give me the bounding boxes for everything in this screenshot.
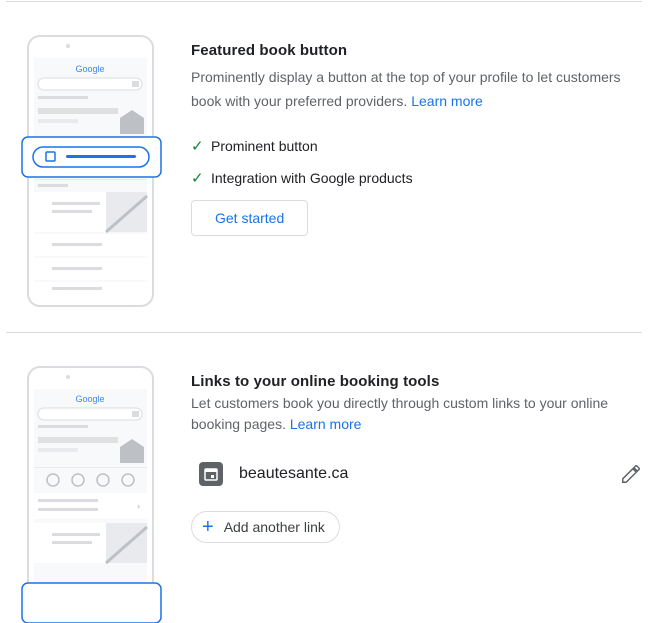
learn-more-link[interactable]: Learn more	[411, 93, 483, 109]
check-icon: ✓	[191, 170, 204, 187]
description-text: Let customers book you directly through …	[191, 395, 609, 432]
feature-label: Prominent button	[211, 138, 318, 154]
section-description: Prominently display a button at the top …	[191, 65, 642, 113]
feature-label: Integration with Google products	[211, 170, 413, 186]
booking-link-url[interactable]: beautesante.ca	[239, 465, 348, 483]
get-started-button[interactable]: Get started	[191, 200, 309, 236]
booking-links-illustration: Google ›	[21, 366, 162, 623]
plus-icon: +	[202, 516, 214, 538]
pencil-icon[interactable]	[620, 463, 642, 490]
feature-item: ✓ Integration with Google products	[191, 168, 642, 188]
section-title: Links to your online booking tools	[191, 373, 440, 390]
featured-book-illustration: Google	[21, 35, 162, 307]
add-another-link-button[interactable]: + Add another link	[191, 511, 340, 543]
section-title: Featured book button	[191, 42, 348, 59]
check-icon: ✓	[191, 138, 204, 155]
booking-links-section: Google › Links to your online booking to…	[0, 333, 658, 623]
booking-links-content: Links to your online booking tools Let c…	[191, 373, 642, 543]
booking-link-row: beautesante.ca	[191, 459, 642, 489]
learn-more-link[interactable]: Learn more	[290, 416, 362, 432]
featured-book-section: Google Featured book button Prominently …	[0, 0, 658, 332]
feature-item: ✓ Prominent button	[191, 136, 642, 156]
calendar-icon	[199, 462, 223, 486]
add-link-label: Add another link	[223, 519, 325, 535]
illustration-google-logo: Google	[75, 394, 104, 404]
description-text: Prominently display a button at the top …	[191, 69, 621, 109]
section-description: Let customers book you directly through …	[191, 393, 642, 435]
svg-text:›: ›	[137, 502, 140, 511]
featured-book-content: Featured book button Prominently display…	[191, 42, 642, 236]
illustration-google-logo: Google	[75, 64, 104, 74]
